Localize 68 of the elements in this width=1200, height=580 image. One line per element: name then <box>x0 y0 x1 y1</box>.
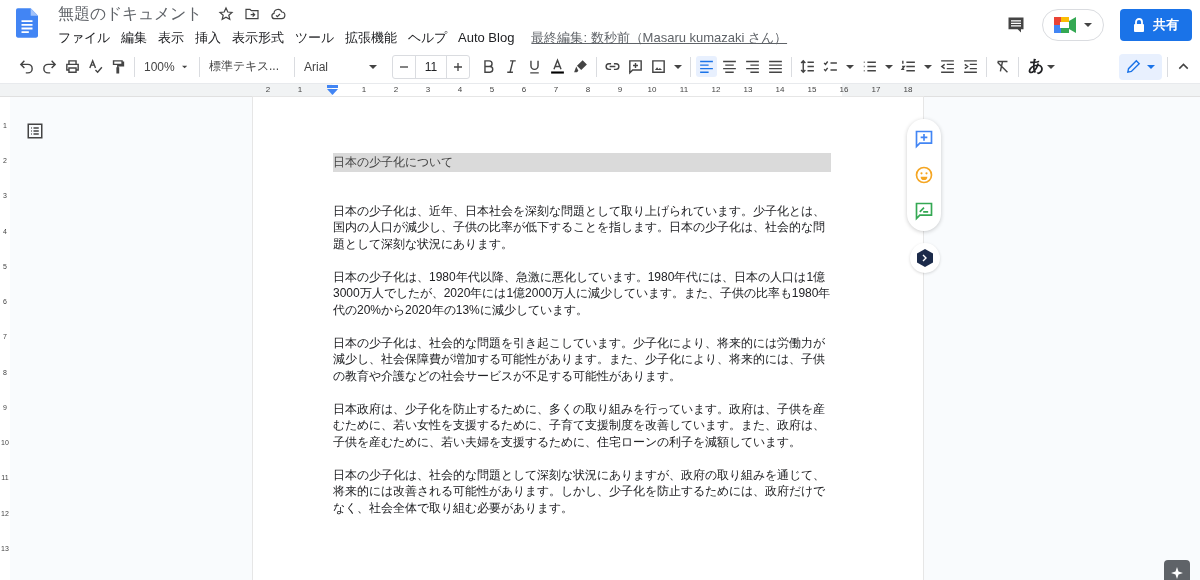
menu-item[interactable]: 表示 <box>158 28 184 47</box>
paragraph: 日本の少子化は、社会的な問題として深刻な状況にありますが、政府の取り組みを通じて、将来的には改善される可能性があります。しかし、少子化を防止するためには、政府だけでなく、社会全体で取り組む必要があります。 <box>333 466 826 516</box>
document-title[interactable]: 無題のドキュメント <box>58 3 202 25</box>
meet-button[interactable] <box>1042 9 1104 41</box>
ruler-number: 12 <box>710 84 722 96</box>
move-folder-icon[interactable] <box>244 6 260 22</box>
ruler-number: 11 <box>678 84 690 96</box>
ruler-number: 1 <box>360 84 368 96</box>
ruler-number: 4 <box>456 84 464 96</box>
menu-item[interactable]: ツール <box>295 28 334 47</box>
ruler-number: 8 <box>584 84 592 96</box>
font-select[interactable]: Arial <box>300 59 384 74</box>
indent-marker-icon[interactable] <box>326 85 338 95</box>
ruler-number: 14 <box>774 84 786 96</box>
caret-icon <box>181 64 187 69</box>
caret-icon[interactable] <box>846 64 854 69</box>
ruler-number: 7 <box>552 84 560 96</box>
menu-item[interactable]: 拡張機能 <box>345 28 397 47</box>
ruler-number: 17 <box>870 84 882 96</box>
ruler-number: 18 <box>902 84 914 96</box>
caret-icon[interactable] <box>924 64 932 69</box>
ruler-number: 2 <box>392 84 400 96</box>
menu-item[interactable]: 編集 <box>121 28 147 47</box>
ruler-number: 10 <box>646 84 658 96</box>
input-method-button[interactable]: あ <box>1024 56 1062 77</box>
paragraph: 日本政府は、少子化を防止するために、多くの取り組みを行っています。政府は、子供を産むために、若い女性を支援するために、子育て支援制度を改善しています。また、政府は、子供を産むために、若い夫婦を支援するために、住宅ローンの利子を減額しています。 <box>333 400 826 450</box>
menu-item[interactable]: Auto Blog <box>458 30 515 45</box>
document-heading: 日本の少子化について <box>333 153 831 172</box>
menu-item[interactable]: ファイル <box>58 28 110 47</box>
outline-icon[interactable] <box>26 122 44 140</box>
style-select[interactable]: 標準テキス... <box>205 58 289 75</box>
ruler-number: 9 <box>616 84 624 96</box>
hexagon-icon <box>917 249 933 267</box>
caret-icon[interactable] <box>885 64 893 69</box>
ruler-number: 2 <box>264 84 272 96</box>
explore-button[interactable] <box>1164 560 1190 580</box>
ruler-number: 16 <box>838 84 850 96</box>
caret-icon <box>1084 23 1092 27</box>
menu-item[interactable]: 挿入 <box>195 28 221 47</box>
star-icon[interactable] <box>218 6 234 22</box>
last-edit-link[interactable]: 最終編集: 数秒前（Masaru kumazaki さん） <box>531 28 788 47</box>
lock-icon <box>1133 18 1145 32</box>
edit-mode-button[interactable] <box>1119 53 1162 80</box>
ruler-number: 5 <box>488 84 496 96</box>
menu-item[interactable]: ヘルプ <box>408 28 447 47</box>
ruler-number: 6 <box>520 84 528 96</box>
ruler-number: 3 <box>424 84 432 96</box>
paragraph: 日本の少子化は、1980年代以降、急激に悪化しています。1980年代には、日本の人口は1億3000万人でしたが、2020年には1億2000万人に減少しています。また、子供の比率も1980年代の20%から2020年の13%に減少しています。 <box>333 268 831 318</box>
caret-icon <box>1147 64 1155 69</box>
share-button[interactable]: 共有 <box>1120 9 1192 41</box>
ruler-number: 13 <box>742 84 754 96</box>
paragraph: 日本の少子化は、近年、日本社会を深刻な問題として取り上げられています。少子化とは、国内の人口が減少し、子供の比率が低下することを指します。日本の少子化は、社会的な問題として深刻な状況にあります。 <box>333 202 826 252</box>
comments-icon[interactable] <box>1006 15 1026 35</box>
suggest-edit-icon[interactable] <box>914 201 934 221</box>
sparkle-icon <box>1171 567 1183 579</box>
caret-icon[interactable] <box>674 64 682 69</box>
docs-logo-icon[interactable] <box>16 8 38 38</box>
zoom-select[interactable]: 100% <box>140 59 194 74</box>
menu-item[interactable]: 表示形式 <box>232 28 284 47</box>
ruler-number: 1 <box>296 84 304 96</box>
extension-button[interactable] <box>910 243 940 273</box>
cloud-status-icon[interactable] <box>270 6 286 22</box>
caret-icon <box>369 64 377 69</box>
paragraph: 日本の少子化は、社会的な問題を引き起こしています。少子化により、将来的には労働力が減少し、社会保障費が増加する可能性があります。また、少子化により、将来的には、子供の教育や介護などの社会サービスが不足する可能性があります。 <box>333 334 826 384</box>
caret-icon <box>1047 64 1055 69</box>
align-left-icon[interactable] <box>696 56 717 77</box>
video-camera-icon <box>1053 15 1079 35</box>
ruler-number: 15 <box>806 84 818 96</box>
